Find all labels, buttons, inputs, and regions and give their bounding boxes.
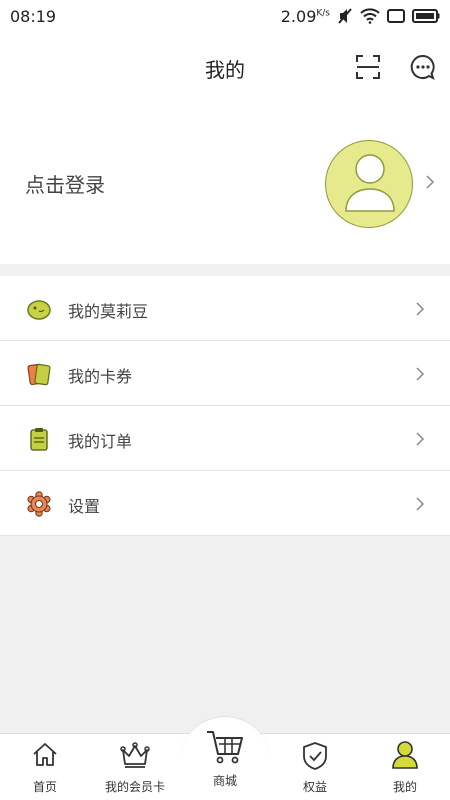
battery-icon — [412, 9, 440, 23]
mute-icon — [338, 8, 352, 24]
tab-benefits[interactable]: 权益 — [270, 734, 360, 800]
tab-label: 我的 — [392, 780, 417, 794]
person-icon — [392, 741, 418, 769]
home-icon — [33, 743, 57, 766]
menu-item-label: 我的莫莉豆 — [68, 302, 149, 321]
shield-icon — [303, 742, 327, 770]
network-speed: 2.09K/s — [280, 6, 330, 26]
bean-icon — [27, 300, 51, 320]
status-icons: 2.09K/s — [281, 7, 440, 26]
chevron-right-icon — [416, 497, 425, 511]
chevron-right-icon — [416, 367, 425, 381]
message-button[interactable] — [408, 52, 438, 82]
page-header: 我的 — [0, 32, 450, 102]
message-icon — [410, 54, 435, 80]
screen-icon — [387, 9, 405, 23]
tab-label: 我的会员卡 — [104, 780, 165, 794]
menu-item-coupons[interactable]: 我的卡券 — [0, 341, 450, 406]
tab-label: 商城 — [212, 774, 237, 788]
tab-mall[interactable]: 商城 — [180, 716, 270, 800]
scan-button[interactable] — [353, 52, 383, 82]
menu-item-label: 我的订单 — [68, 432, 133, 451]
status-time: 08:19 — [10, 6, 57, 26]
menu-list: 我的莫莉豆 我的卡券 我的订单 设置 — [0, 276, 450, 536]
tab-home[interactable]: 首页 — [0, 734, 90, 800]
status-bar: 08:19 2.09K/s — [0, 0, 450, 32]
avatar[interactable] — [325, 140, 413, 228]
chevron-right-icon — [416, 432, 425, 446]
chevron-right-icon — [426, 175, 435, 189]
tab-label: 首页 — [32, 780, 57, 794]
wifi-icon — [360, 8, 380, 24]
menu-item-settings[interactable]: 设置 — [0, 471, 450, 536]
menu-item-label: 设置 — [68, 497, 101, 516]
scan-icon — [356, 55, 380, 79]
login-prompt[interactable]: 点击登录 — [25, 169, 105, 198]
menu-item-label: 我的卡券 — [68, 367, 133, 386]
tab-member-card[interactable]: 我的会员卡 — [90, 734, 180, 800]
speed-unit: K/s — [316, 8, 330, 19]
tab-label: 权益 — [302, 780, 327, 794]
order-icon — [30, 428, 48, 451]
menu-item-beans[interactable]: 我的莫莉豆 — [0, 276, 450, 341]
cart-icon — [207, 731, 243, 764]
menu-item-orders[interactable]: 我的订单 — [0, 406, 450, 471]
coupon-icon — [27, 363, 51, 386]
settings-gear-icon — [27, 491, 51, 517]
chevron-right-icon — [416, 302, 425, 316]
user-avatar-icon — [345, 154, 395, 212]
bottom-tab-bar: 首页 我的会员卡 商城 权益 我的 — [0, 716, 450, 800]
tab-mine[interactable]: 我的 — [360, 734, 450, 800]
profile-card[interactable]: 点击登录 — [0, 102, 450, 264]
crown-icon — [120, 742, 150, 768]
